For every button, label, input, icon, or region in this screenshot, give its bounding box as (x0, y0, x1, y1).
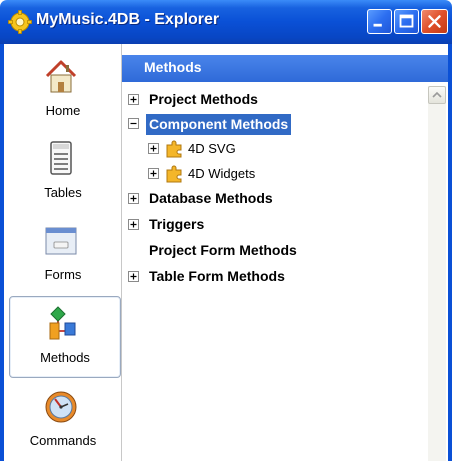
home-icon (45, 60, 77, 93)
puzzle-icon (166, 165, 182, 183)
sidebar-item-label: Tables (44, 185, 82, 200)
tree-item-4d-svg[interactable]: 4D SVG (148, 138, 418, 160)
sidebar-item-label: Commands (29, 433, 97, 448)
tree-item-label: Project Form Methods (149, 242, 297, 258)
close-button[interactable] (421, 9, 448, 34)
puzzle-icon (166, 140, 182, 158)
plus-icon (150, 145, 157, 152)
expand-toggle[interactable] (128, 219, 139, 230)
vertical-scrollbar[interactable] (428, 86, 446, 461)
title-bar[interactable]: MyMusic.4DB - Explorer (0, 0, 452, 44)
sidebar-item-label: Forms (44, 267, 82, 282)
plus-icon (130, 221, 137, 228)
close-icon (428, 15, 441, 28)
expand-toggle[interactable] (128, 193, 139, 204)
tree-item-component-methods[interactable]: Component Methods (128, 113, 418, 135)
minimize-icon (373, 23, 382, 27)
tree-item-label: Component Methods (146, 114, 292, 135)
sidebar-item-label: Home (45, 103, 81, 118)
sidebar-item-home[interactable]: Home (4, 50, 122, 132)
scroll-up-button[interactable] (428, 86, 446, 104)
window-title: MyMusic.4DB - Explorer (36, 11, 220, 28)
sidebar-item-forms[interactable]: Forms (4, 214, 122, 296)
tree-item-label: Table Form Methods (149, 268, 285, 284)
plus-icon (150, 170, 157, 177)
plus-icon (130, 96, 137, 103)
expand-toggle[interactable] (148, 168, 159, 179)
commands-icon (45, 391, 77, 423)
sidebar-item-label: Methods (40, 350, 90, 365)
tree-item-project-form-methods[interactable]: Project Form Methods (128, 240, 418, 262)
sidebar-item-methods[interactable]: Methods (9, 296, 121, 378)
expand-toggle[interactable] (148, 143, 159, 154)
sidebar-item-commands[interactable]: Commands (4, 380, 122, 461)
panel-top-spacer (122, 44, 448, 55)
maximize-icon (399, 14, 414, 28)
explorer-sidebar: Home Tables Forms Methods Commands (4, 44, 122, 461)
tables-icon (50, 141, 72, 175)
maximize-button[interactable] (394, 9, 419, 34)
tree-item-label: Database Methods (149, 190, 273, 206)
tree-item-database-methods[interactable]: Database Methods (128, 188, 418, 210)
expand-toggle[interactable] (128, 271, 139, 282)
methods-icon (49, 306, 76, 340)
expand-toggle[interactable] (128, 94, 139, 105)
tree-item-label: 4D Widgets (188, 166, 256, 181)
panel-header: Methods (122, 55, 448, 82)
plus-icon (130, 273, 137, 280)
tree-item-label: Triggers (149, 216, 205, 232)
sidebar-item-tables[interactable]: Tables (4, 132, 122, 214)
app-gear-icon (8, 10, 32, 34)
tree-item-label: Project Methods (149, 91, 258, 107)
window-frame-right (448, 44, 452, 461)
tree-item-project-methods[interactable]: Project Methods (128, 89, 418, 111)
collapse-toggle[interactable] (128, 118, 139, 129)
forms-icon (45, 227, 77, 255)
tree-item-triggers[interactable]: Triggers (128, 214, 418, 236)
minimize-button[interactable] (367, 9, 392, 34)
minus-icon (130, 122, 137, 125)
chevron-up-icon (432, 91, 442, 98)
tree-item-4d-widgets[interactable]: 4D Widgets (148, 163, 418, 185)
tree-item-label: 4D SVG (188, 141, 236, 156)
plus-icon (130, 195, 137, 202)
tree-item-table-form-methods[interactable]: Table Form Methods (128, 266, 418, 288)
